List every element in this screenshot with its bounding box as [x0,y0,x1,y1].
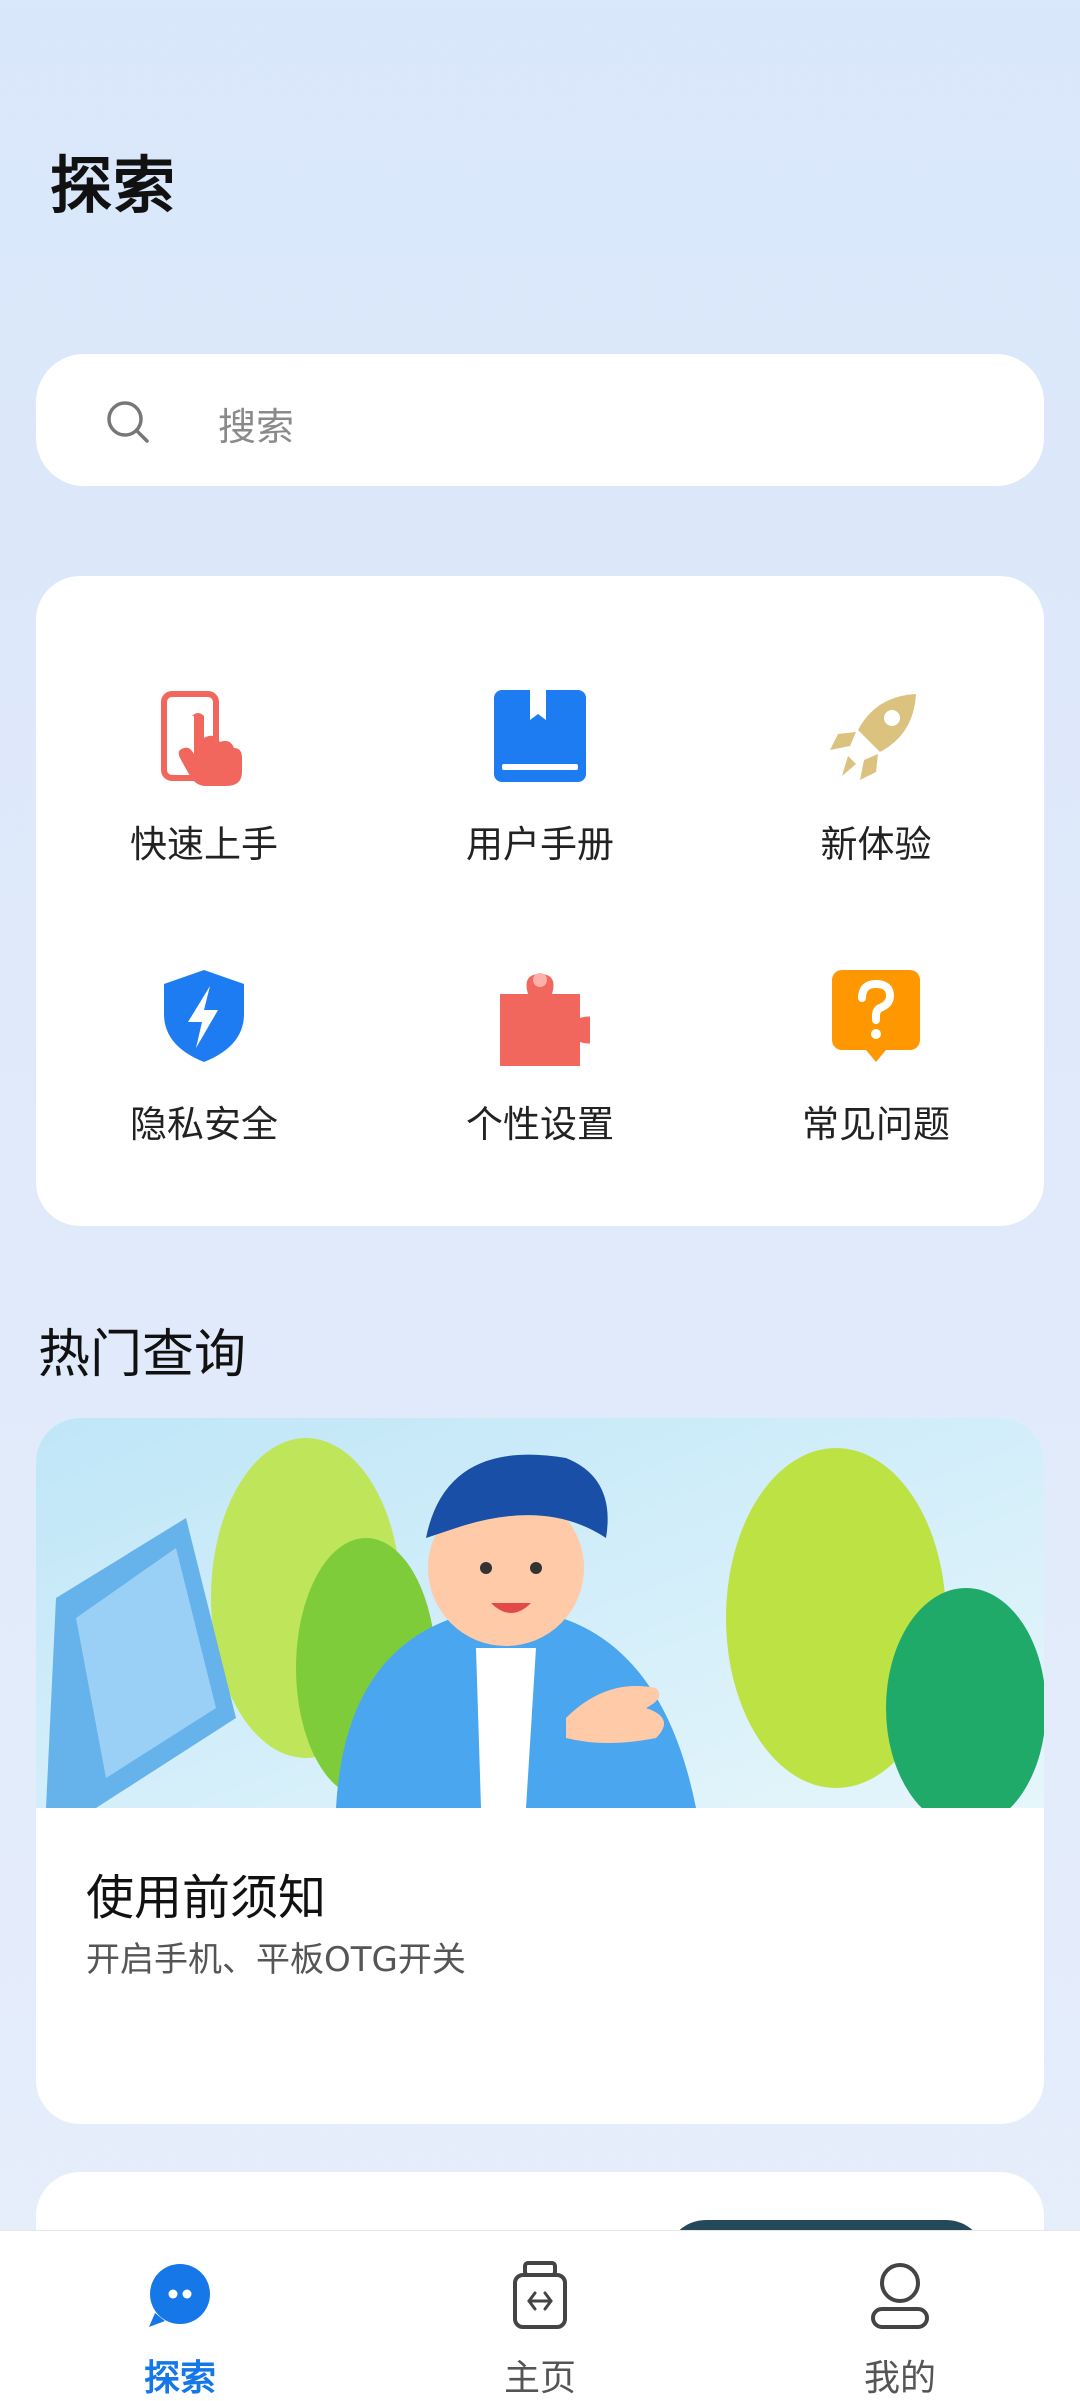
quick-link-label: 个性设置 [466,1103,614,1146]
person-icon [871,2263,929,2329]
nav-tab-explore[interactable]: 探索 [0,2231,360,2401]
page-title: 探索 [50,149,177,222]
nav-label: 探索 [143,2358,216,2399]
nav-label: 我的 [863,2358,936,2399]
nav-tab-mine[interactable]: 我的 [720,2231,1080,2401]
puzzle-icon [500,973,590,1066]
search-placeholder: 搜索 [218,405,295,449]
question-bubble-icon [832,970,920,1062]
usb-device-icon [513,2261,567,2329]
chat-bubble-icon [149,2264,210,2327]
search-bar[interactable]: 搜索 [36,354,1044,486]
article-card[interactable]: 使用前须知 开启手机、平板OTG开关 [36,1418,1044,2124]
article-hero-illustration [36,1418,1044,1808]
article-title: 使用前须知 [86,1870,327,1926]
quick-link-personalization[interactable]: 个性设置 [372,576,708,1146]
quick-link-privacy-security[interactable]: 隐私安全 [36,576,372,1146]
shield-bolt-icon [164,970,244,1062]
bottom-nav: 探索 主页 我的 [0,2230,1080,2401]
quick-links-card: 快速上手 用户手册 新体验 隐私安全 个性设置 常见问题 [36,576,1044,1226]
quick-link-label: 隐私安全 [130,1103,278,1146]
quick-link-label: 常见问题 [802,1103,950,1146]
section-title-hot-queries: 热门查询 [38,1325,247,1385]
nav-tab-home[interactable]: 主页 [360,2231,720,2401]
quick-link-faq[interactable]: 常见问题 [708,576,1044,1146]
nav-label: 主页 [503,2358,576,2399]
article-subtitle: 开启手机、平板OTG开关 [86,1940,466,1980]
search-icon [107,401,149,443]
